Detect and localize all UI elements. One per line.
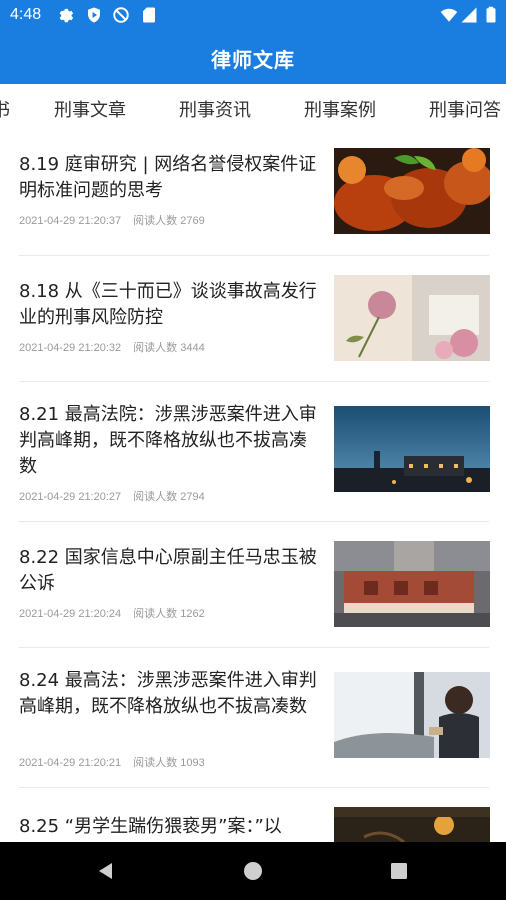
signal-icon: [461, 7, 477, 23]
list-item[interactable]: 8.21 最高法院：涉黑涉恶案件进入审判高峰期，既不降格放纵也不拔高凑数 202…: [0, 382, 506, 522]
tab-criminal-articles[interactable]: 刑事文章: [54, 96, 126, 122]
article-thumbnail: [334, 807, 490, 842]
article-title: 8.25 “男学生踹伤猥亵男”案：”以: [19, 816, 282, 837]
article-reads: 阅读人数 1093: [133, 757, 205, 769]
article-thumbnail: [334, 406, 490, 492]
article-meta: 2021-04-29 21:20:21 阅读人数 1093: [19, 754, 217, 770]
article-date: 2021-04-29 21:20:24: [19, 608, 122, 620]
tab-criminal-cases[interactable]: 刑事案例: [304, 96, 376, 122]
app-title: 律师文库: [211, 48, 295, 72]
category-tabs: 书 刑事文章 刑事资讯 刑事案例 刑事问答: [0, 84, 506, 131]
list-item[interactable]: 8.24 最高法：涉黑涉恶案件进入审判高峰期，既不降格放纵也不拔高凑数 2021…: [0, 648, 506, 788]
list-item[interactable]: 8.19 庭审研究 | 网络名誉侵权案件证明标准问题的思考 2021-04-29…: [0, 130, 506, 256]
article-meta: 2021-04-29 21:20:24 阅读人数 1262: [19, 605, 217, 621]
sd-card-icon: [143, 7, 155, 23]
list-item[interactable]: 8.18 从《三十而已》谈谈事故高发行业的刑事风险防控 2021-04-29 2…: [0, 256, 506, 382]
status-bar: 4:48: [0, 0, 506, 30]
article-title: 8.22 国家信息中心原副主任马忠玉被公诉: [19, 547, 317, 594]
article-date: 2021-04-29 21:20:37: [19, 215, 122, 227]
article-meta: 2021-04-29 21:20:27 阅读人数 2794: [19, 488, 217, 504]
battery-icon: [486, 6, 496, 23]
article-reads: 阅读人数 1262: [133, 608, 205, 620]
article-title: 8.18 从《三十而已》谈谈事故高发行业的刑事风险防控: [19, 281, 317, 328]
article-title: 8.19 庭审研究 | 网络名誉侵权案件证明标准问题的思考: [19, 154, 317, 201]
wifi-icon: [440, 8, 458, 22]
article-thumbnail: [334, 148, 490, 234]
article-title: 8.21 最高法院：涉黑涉恶案件进入审判高峰期，既不降格放纵也不拔高凑数: [19, 404, 317, 477]
home-icon[interactable]: [243, 861, 263, 881]
article-thumbnail: [334, 672, 490, 758]
article-list: 8.19 庭审研究 | 网络名誉侵权案件证明标准问题的思考 2021-04-29…: [0, 130, 506, 842]
article-thumbnail: [334, 541, 490, 627]
tab-criminal-qa[interactable]: 刑事问答: [429, 96, 501, 122]
article-meta: 2021-04-29 21:20:32 阅读人数 3444: [19, 339, 217, 355]
tab-criminal-news[interactable]: 刑事资讯: [179, 96, 251, 122]
article-date: 2021-04-29 21:20:32: [19, 342, 122, 354]
article-meta: 2021-04-29 21:20:37 阅读人数 2769: [19, 212, 217, 228]
article-title: 8.24 最高法：涉黑涉恶案件进入审判高峰期，既不降格放纵也不拔高凑数: [19, 670, 317, 717]
article-reads: 阅读人数 2769: [133, 215, 205, 227]
status-time: 4:48: [10, 6, 42, 23]
app-bar: 律师文库: [0, 30, 506, 84]
no-sync-icon: [113, 7, 129, 23]
recents-icon[interactable]: [390, 862, 408, 880]
article-thumbnail: [334, 275, 490, 361]
shield-icon: [88, 7, 100, 23]
article-date: 2021-04-29 21:20:21: [19, 757, 122, 769]
system-nav-bar: [0, 842, 506, 900]
article-date: 2021-04-29 21:20:27: [19, 491, 122, 503]
gear-icon: [59, 8, 74, 23]
tab-book[interactable]: 书: [0, 96, 10, 122]
article-reads: 阅读人数 2794: [133, 491, 205, 503]
list-item[interactable]: 8.22 国家信息中心原副主任马忠玉被公诉 2021-04-29 21:20:2…: [0, 522, 506, 648]
back-icon[interactable]: [96, 861, 116, 881]
article-reads: 阅读人数 3444: [133, 342, 205, 354]
list-item[interactable]: 8.25 “男学生踹伤猥亵男”案：”以: [0, 788, 506, 842]
